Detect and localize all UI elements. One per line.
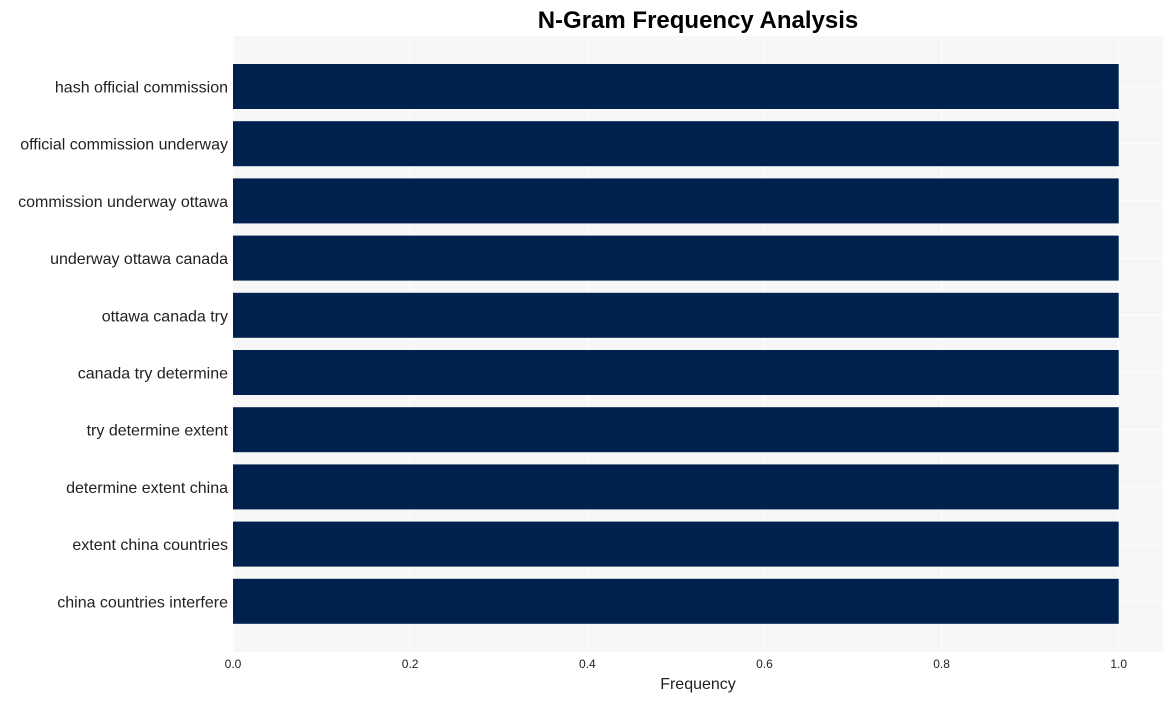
bar bbox=[233, 178, 1119, 224]
x-tick-label: 1.0 bbox=[1110, 657, 1127, 671]
x-axis-label: Frequency bbox=[660, 676, 736, 693]
y-tick-label: try determine extent bbox=[87, 423, 229, 440]
chart-title: N-Gram Frequency Analysis bbox=[538, 7, 859, 34]
x-tick-label: 0.0 bbox=[225, 657, 242, 671]
bar bbox=[233, 292, 1119, 338]
y-tick-label: china countries interfere bbox=[57, 594, 228, 611]
x-tick-labels: 0.0 0.2 0.4 0.6 0.8 1.0 bbox=[225, 657, 1128, 671]
bar bbox=[233, 407, 1119, 453]
x-tick-label: 0.2 bbox=[402, 657, 419, 671]
y-tick-label: official commission underway bbox=[20, 137, 228, 154]
y-tick-label: determine extent china bbox=[66, 480, 228, 497]
bar bbox=[233, 521, 1119, 567]
chart: N-Gram Frequency Analysis hash official … bbox=[18, 7, 1163, 693]
x-tick-label: 0.4 bbox=[579, 657, 596, 671]
bar bbox=[233, 235, 1119, 281]
bar bbox=[233, 121, 1119, 167]
y-tick-label: canada try determine bbox=[78, 366, 228, 383]
y-tick-label: ottawa canada try bbox=[102, 308, 228, 325]
y-tick-labels: hash official commission official commiss… bbox=[18, 80, 228, 612]
y-tick-label: extent china countries bbox=[72, 537, 228, 554]
bar bbox=[233, 578, 1119, 624]
x-tick-label: 0.6 bbox=[756, 657, 773, 671]
bar bbox=[233, 350, 1119, 395]
bar bbox=[233, 464, 1119, 510]
x-tick-label: 0.8 bbox=[933, 657, 950, 671]
bar bbox=[233, 64, 1119, 109]
y-tick-label: underway ottawa canada bbox=[50, 251, 228, 268]
y-tick-label: commission underway ottawa bbox=[18, 194, 228, 211]
y-tick-label: hash official commission bbox=[55, 80, 228, 97]
